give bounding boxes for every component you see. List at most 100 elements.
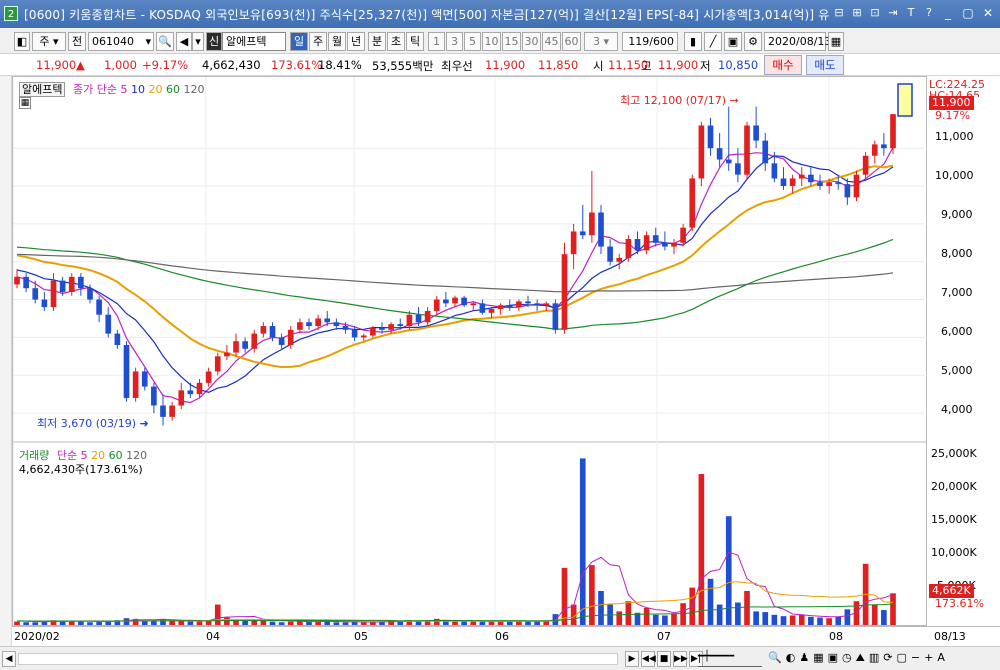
volume-bar [835,616,842,625]
chart-tool-icon[interactable]: ◐ [786,651,796,665]
layout-icon[interactable]: ⊟ [832,5,846,20]
vote-icon[interactable]: ▣ [828,651,838,665]
candle-body [871,144,878,156]
candle-body [297,322,303,330]
text-icon[interactable]: T [904,5,918,20]
y-tick-10000: 10,000 [935,169,974,182]
candle-body [78,276,84,289]
volume-bar [798,614,805,625]
interval-60[interactable]: 60 [562,32,581,51]
chart-canvas[interactable] [13,77,928,627]
scroll-track[interactable] [18,653,618,665]
draw-tool-icon[interactable]: ╱ [704,32,722,51]
search-icon[interactable]: 🔍 [156,32,174,51]
interval-45[interactable]: 45 [542,32,561,51]
plus-icon[interactable]: + [924,651,933,665]
interval-10[interactable]: 10 [482,32,501,51]
bar-icon[interactable]: ▥ [869,651,879,665]
right-axis[interactable]: LC:224.25 HC:14.65 11,900 9.17% 11,000 1… [927,76,1000,626]
close-button[interactable]: ✕ [980,5,996,21]
count-field[interactable]: 119/600 [622,32,678,51]
tab-year[interactable]: 년 [347,32,365,51]
zoom-icon[interactable]: 🔍 [768,651,782,665]
help-icon[interactable]: ? [922,5,936,20]
vol-tick-15000k: 15,000K [931,513,977,526]
candle-body [698,125,705,179]
candle-body [525,301,531,304]
volume-bar [881,610,887,625]
period-select[interactable]: 주 ▾ [32,32,66,51]
stock-code-input[interactable]: 061040 ▾ [88,32,154,51]
maximize-button[interactable]: ▢ [960,5,976,21]
volume-bar [59,621,66,625]
box-icon[interactable]: ▢ [896,651,906,665]
window-number: 2 [4,6,18,21]
volume-bar [780,616,787,625]
candle-body [141,371,148,387]
tab-minute[interactable]: 분 [368,32,386,51]
calendar-icon[interactable]: ▦ [828,32,844,51]
pin-icon[interactable]: ⇥ [886,5,900,20]
forward-icon[interactable]: ▶▶ [673,651,688,667]
minus-icon[interactable]: − [911,651,920,665]
interval-3[interactable]: 3 [446,32,463,51]
tab-month[interactable]: 월 [328,32,346,51]
candle-body [59,280,66,292]
ma-label: 종가 단순 [72,83,117,96]
chart-menu-icon[interactable]: ◧ [14,32,30,51]
clock-icon[interactable]: ◷ [842,651,852,665]
prev-button[interactable]: 전 [68,32,86,51]
volume-bar [342,622,349,625]
max-price-annotation: 최고 12,100 (07/17) → [620,92,739,108]
candle-body [890,114,896,149]
playback-controls: ▶ ◀◀ ■ ▶▶ ▶| [625,651,703,667]
sync-icon[interactable]: ⟳ [883,651,892,665]
bottom-tool-icons: 🔍 ◐ ♟ ▦ ▣ ◷ ⛰ ▥ ⟳ ▢ − + A [768,651,945,665]
interval-15[interactable]: 15 [502,32,521,51]
rewind-icon[interactable]: ◀◀ [641,651,656,667]
window-icon[interactable]: ⊡ [868,5,882,20]
tab-week[interactable]: 주 [309,32,327,51]
candle-body [853,174,860,198]
date-label: 2020/02 [14,630,60,643]
interval-1[interactable]: 1 [428,32,445,51]
candle-body [424,310,431,323]
gear-icon[interactable]: ⚙ [744,32,762,51]
minimize-button[interactable]: _ [940,5,956,21]
person-icon[interactable]: ♟ [799,651,809,665]
stock-name-field[interactable]: 알에프텍 [222,32,286,51]
buy-button[interactable]: 매수 [764,55,802,75]
speaker-icon[interactable]: ◀ [176,32,192,51]
split-icon[interactable]: ⊞ [850,5,864,20]
tab-day[interactable]: 일 [290,32,308,51]
tab-tick[interactable]: 틱 [406,32,424,51]
volume-bar [141,620,148,625]
scroll-left-icon[interactable]: ◀ [2,651,16,667]
chart-area[interactable]: 알에프텍 종가 단순 5 10 20 60 120 ▦ 최고 12,100 (0… [12,76,928,627]
stock-name-tag[interactable]: 알에프텍 [19,82,66,97]
interval-select[interactable]: 3 ▾ [584,32,618,51]
interval-5[interactable]: 5 [464,32,481,51]
zoom-slider[interactable]: ━┿━━━━ [698,651,762,667]
save-icon[interactable]: ▣ [724,32,742,51]
volume-bar [360,622,367,625]
volume-bar [269,621,276,625]
interval-30[interactable]: 30 [522,32,541,51]
mountain-icon[interactable]: ⛰ [856,651,865,665]
volume-bar [479,621,486,625]
candle-body [306,322,312,327]
font-icon[interactable]: A [937,651,945,665]
candle-settings-icon[interactable]: ▮ [684,32,702,51]
tab-second[interactable]: 초 [387,32,405,51]
left-scroll-strip[interactable] [0,76,12,646]
speaker-dropdown-icon[interactable]: ▾ [192,32,204,51]
new-stock-badge[interactable]: 신 [206,32,222,51]
stop-icon[interactable]: ■ [657,651,671,667]
date-field[interactable]: 2020/08/13 [764,32,831,51]
grid-icon[interactable]: ▦ [813,651,823,665]
sell-button[interactable]: 매도 [806,55,844,75]
y-tick-4000: 4,000 [941,403,973,416]
grid-toggle-icon[interactable]: ▦ [19,97,31,109]
bottom-scrollbar[interactable]: ◀ ▶ ◀◀ ■ ▶▶ ▶| ━┿━━━━ 🔍 ◐ ♟ ▦ ▣ ◷ ⛰ ▥ ⟳ … [0,646,1000,670]
play-icon[interactable]: ▶ [625,651,639,667]
